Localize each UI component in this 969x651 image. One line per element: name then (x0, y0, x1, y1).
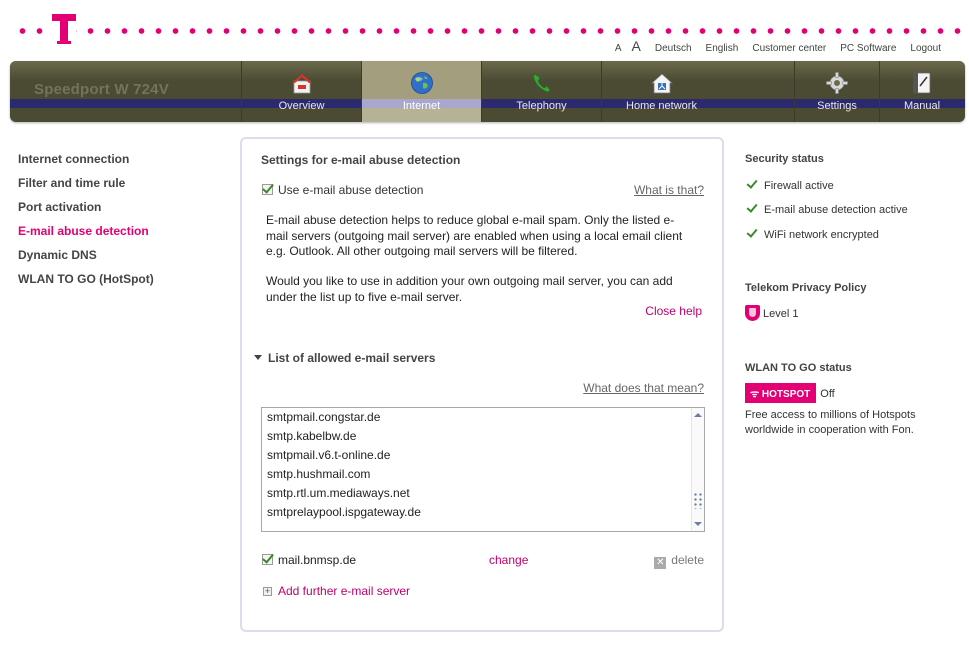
header-dot-line (14, 28, 964, 34)
tab-home-network[interactable]: Home network (601, 61, 721, 122)
tab-overview-label: Overview (278, 100, 325, 112)
add-email-server-label: Add further e-mail server (278, 584, 411, 598)
hotspot-badge-label: HOTSPOT (761, 389, 811, 400)
tab-telephony-label: Telephony (516, 100, 567, 112)
help-text-paragraph-1: E-mail abuse detection helps to reduce g… (266, 213, 683, 258)
add-email-server-link[interactable]: + Add further e-mail server (263, 584, 410, 598)
language-deutsch-link[interactable]: Deutsch (655, 43, 692, 54)
list-item[interactable]: smtpmail.v6.t-online.de (262, 446, 704, 465)
privacy-policy-heading: Telekom Privacy Policy (745, 282, 867, 294)
delete-server-button[interactable]: ✕ delete (654, 553, 704, 569)
delete-x-icon: ✕ (654, 557, 667, 569)
home-network-icon (650, 73, 673, 94)
hotspot-description: Free access to millions of Hotspots worl… (745, 409, 916, 436)
what-is-that-link[interactable]: What is that? (634, 183, 704, 197)
tab-settings[interactable]: Settings (794, 61, 879, 122)
listbox-scrollbar[interactable] (691, 408, 704, 531)
font-size-small-link[interactable]: A (615, 43, 622, 54)
delete-label: delete (671, 553, 704, 567)
status-wifi-label: WiFi network encrypted (764, 229, 879, 241)
tab-home-network-label: Home network (626, 100, 697, 112)
globe-icon (410, 72, 433, 94)
wlan-status-heading: WLAN TO GO status (745, 362, 852, 374)
sidebar-item-email-abuse-detection[interactable]: E-mail abuse detection (18, 224, 154, 248)
use-detection-row: Use e-mail abuse detection (262, 183, 423, 197)
triangle-down-icon (254, 355, 262, 360)
main-nav-bar: Speedport W 724V Overview Internet Telep… (10, 61, 965, 122)
plus-icon: + (263, 586, 272, 596)
status-firewall: Firewall active (746, 177, 834, 192)
scroll-down-arrow-icon[interactable] (693, 519, 703, 529)
tab-settings-label: Settings (817, 100, 857, 112)
customer-center-link[interactable]: Customer center (752, 43, 826, 54)
privacy-level: Level 1 (745, 305, 798, 321)
manual-icon (913, 72, 931, 94)
email-abuse-settings-panel: Settings for e-mail abuse detection Use … (240, 137, 724, 632)
check-icon (746, 201, 758, 213)
list-item[interactable]: smtpmail.congstar.de (262, 408, 704, 427)
allowed-servers-listbox[interactable]: smtpmail.congstar.de smtp.kabelbw.de smt… (261, 407, 705, 532)
what-does-that-mean-link[interactable]: What does that mean? (583, 381, 704, 395)
gear-icon (826, 72, 848, 94)
status-firewall-label: Firewall active (764, 180, 834, 192)
status-email-abuse: E-mail abuse detection active (746, 201, 908, 216)
check-icon (746, 177, 758, 189)
check-icon (746, 226, 758, 238)
allowed-servers-heading: List of allowed e-mail servers (268, 351, 436, 365)
custom-server-checkbox[interactable] (262, 554, 273, 565)
sidebar-item-dynamic-dns[interactable]: Dynamic DNS (18, 248, 154, 272)
tab-manual-label: Manual (903, 100, 941, 112)
tab-internet[interactable]: Internet (361, 61, 481, 122)
pc-software-link[interactable]: PC Software (840, 43, 896, 54)
sidebar-item-filter-and-time-rule[interactable]: Filter and time rule (18, 176, 154, 200)
list-item[interactable]: smtprelaypool.ispgateway.de (262, 503, 704, 522)
sidebar-item-wlan-to-go[interactable]: WLAN TO GO (HotSpot) (18, 272, 154, 296)
status-wifi: WiFi network encrypted (746, 226, 879, 241)
use-detection-label[interactable]: Use e-mail abuse detection (278, 183, 423, 197)
sidebar-nav: Internet connection Filter and time rule… (18, 152, 154, 296)
language-english-link[interactable]: English (706, 43, 739, 54)
help-text-paragraph-2: Would you like to use in addition your o… (266, 274, 673, 304)
telekom-logo[interactable] (52, 12, 76, 44)
tab-telephony[interactable]: Telephony (481, 61, 601, 122)
custom-server-name: mail.bnmsp.de (278, 553, 357, 567)
sidebar-item-port-activation[interactable]: Port activation (18, 200, 154, 224)
top-links: A A Deutsch English Customer center PC S… (615, 38, 941, 54)
status-email-abuse-label: E-mail abuse detection active (764, 204, 908, 216)
house-icon (291, 74, 312, 94)
tab-manual[interactable]: Manual (879, 61, 964, 122)
page-title: Settings for e-mail abuse detection (261, 153, 461, 167)
change-server-link[interactable]: change (489, 553, 528, 567)
security-status-heading: Security status (745, 153, 824, 165)
scroll-thumb[interactable] (693, 492, 703, 509)
sidebar-item-internet-connection[interactable]: Internet connection (18, 152, 154, 176)
use-detection-checkbox[interactable] (262, 184, 273, 195)
product-name: Speedport W 724V (34, 81, 169, 98)
tab-internet-label: Internet (402, 100, 441, 112)
shield-icon (745, 305, 760, 321)
close-help-link[interactable]: Close help (645, 304, 702, 318)
list-item[interactable]: smtp.hushmail.com (262, 465, 704, 484)
hotspot-status: ᯤ HOTSPOT Off (745, 383, 835, 403)
allowed-servers-toggle[interactable]: List of allowed e-mail servers (254, 351, 435, 365)
wifi-icon: ᯤ (750, 389, 762, 400)
hotspot-badge: ᯤ HOTSPOT (745, 383, 817, 403)
privacy-level-label: Level 1 (763, 308, 799, 320)
scroll-up-arrow-icon[interactable] (693, 410, 703, 420)
hotspot-state: Off (820, 388, 835, 400)
phone-icon (532, 73, 550, 93)
tab-overview[interactable]: Overview (241, 61, 361, 122)
custom-server-row: mail.bnmsp.de change ✕ delete (262, 553, 706, 569)
list-item[interactable]: smtp.kabelbw.de (262, 427, 704, 446)
logout-link[interactable]: Logout (910, 43, 941, 54)
font-size-large-link[interactable]: A (632, 38, 641, 54)
list-item[interactable]: smtp.rtl.um.mediaways.net (262, 484, 704, 503)
